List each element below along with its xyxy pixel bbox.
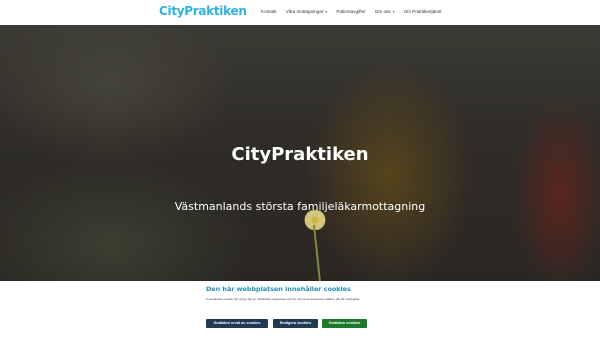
chevron-down-icon: ▾ — [325, 9, 328, 14]
main-nav: Kontakt Våra mottagningar ▾ Patientavgif… — [261, 9, 450, 14]
nav-item-label: Våra mottagningar — [285, 9, 324, 14]
nav-item-label: Patientavgifter — [336, 9, 366, 14]
flower-stem — [313, 224, 322, 281]
hero-subtitle: Västmanlands största familjeläkarmottagn… — [174, 200, 426, 213]
nav-item-label: Kontakt — [261, 9, 277, 14]
cookie-banner-title: Den här webbplatsen innehåller cookies — [206, 285, 351, 293]
edit-cookies-button[interactable]: Redigera cookies — [273, 319, 318, 328]
nav-item-vara-mottagningar[interactable]: Våra mottagningar ▾ — [286, 9, 328, 14]
nav-item-patientavgifter[interactable]: Patientavgifter — [336, 9, 365, 14]
nav-item-kontakt[interactable]: Kontakt — [261, 9, 277, 14]
site-header: CityPraktiken Kontakt Våra mottagningar … — [0, 0, 600, 25]
logo-text-praktiken: Praktiken — [184, 4, 247, 18]
site-logo[interactable]: CityPraktiken — [159, 3, 247, 19]
nav-item-label: Om Praktikertjänst — [403, 9, 442, 14]
cookie-banner-text: Vi använder cookies för att ge dig en fö… — [206, 297, 361, 301]
accept-selection-button[interactable]: Godkänn urval av cookies — [206, 319, 268, 328]
logo-text-city: City — [159, 4, 185, 18]
chevron-down-icon: ▾ — [392, 9, 395, 14]
nav-item-om-oss[interactable]: Om oss ▾ — [375, 9, 395, 14]
hero-title: CityPraktiken — [231, 144, 369, 165]
nav-item-label: Om oss — [374, 9, 391, 14]
nav-item-om-praktikertjanst[interactable]: Om Praktikertjänst — [404, 9, 442, 14]
hero-banner: CityPraktiken Västmanlands största famil… — [0, 25, 600, 281]
cookie-banner: Den här webbplatsen innehåller cookies V… — [0, 281, 600, 338]
accept-all-cookies-button[interactable]: Godkänn cookies — [322, 319, 367, 328]
